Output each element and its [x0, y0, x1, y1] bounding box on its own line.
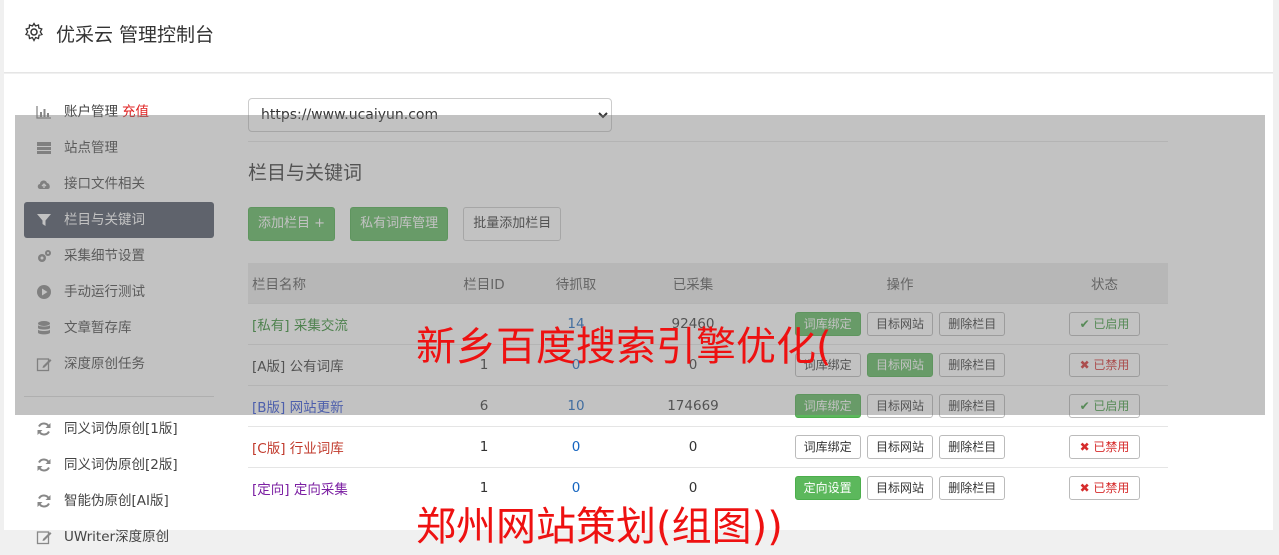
sidebar-item-synonym-v1[interactable]: 同义词伪原创[1版] [24, 411, 214, 447]
target-site-button[interactable]: 目标网站 [866, 435, 933, 459]
watermark-text-bottom: 郑州网站策划(组图)) [416, 504, 783, 550]
column-tag: [C版] [252, 441, 286, 457]
delete-column-button[interactable]: 删除栏目 [939, 476, 1006, 500]
directed-settings-button[interactable]: 定向设置 [794, 476, 861, 500]
ops-cell: 定向设置 目标网站 删除栏目 [759, 467, 1041, 508]
edit-icon [36, 531, 52, 545]
gear-icon [24, 22, 44, 42]
table-row: [C版] 行业词库 1 0 0 词库绑定 目标网站 删除栏目 ✖ 已禁用 [248, 426, 1168, 468]
delete-column-button[interactable]: 删除栏目 [939, 435, 1006, 459]
pending-count: 0 [525, 426, 627, 468]
column-name-cell[interactable]: [定向] 定向采集 [248, 467, 443, 508]
status-cell: ✖ 已禁用 [1041, 426, 1168, 468]
top-header: 优采云 管理控制台 [4, 0, 1273, 73]
watermark-text-top: 新乡百度搜索引擎优化( [416, 324, 832, 370]
column-tag: [定向] [252, 482, 290, 498]
refresh-icon [37, 458, 51, 472]
ops-cell: 词库绑定 目标网站 删除栏目 [759, 426, 1041, 468]
refresh-icon [37, 422, 51, 436]
column-name-cell[interactable]: [C版] 行业词库 [248, 426, 443, 468]
sidebar-item-label: 智能伪原创[AI版] [64, 493, 169, 509]
sidebar-item-uwriter[interactable]: UWriter深度原创 [24, 519, 214, 555]
sidebar-item-synonym-v2[interactable]: 同义词伪原创[2版] [24, 447, 214, 483]
bind-lib-button[interactable]: 词库绑定 [794, 435, 861, 459]
column-name: 行业词库 [289, 441, 344, 457]
sidebar-item-ai-rewrite[interactable]: 智能伪原创[AI版] [24, 483, 214, 519]
target-site-button[interactable]: 目标网站 [866, 476, 933, 500]
page-title: 优采云 管理控制台 [56, 24, 215, 46]
status-toggle[interactable]: ✖ 已禁用 [1068, 476, 1141, 500]
collected-count: 0 [627, 426, 759, 468]
column-id: 1 [443, 426, 525, 468]
sidebar-item-label: 同义词伪原创[2版] [64, 457, 178, 473]
column-name: 定向采集 [293, 482, 348, 498]
sidebar-item-label: 同义词伪原创[1版] [64, 421, 178, 437]
refresh-icon [37, 494, 51, 508]
status-toggle[interactable]: ✖ 已禁用 [1068, 435, 1141, 459]
status-cell: ✖ 已禁用 [1041, 467, 1168, 508]
sidebar-item-label: UWriter深度原创 [64, 529, 170, 545]
